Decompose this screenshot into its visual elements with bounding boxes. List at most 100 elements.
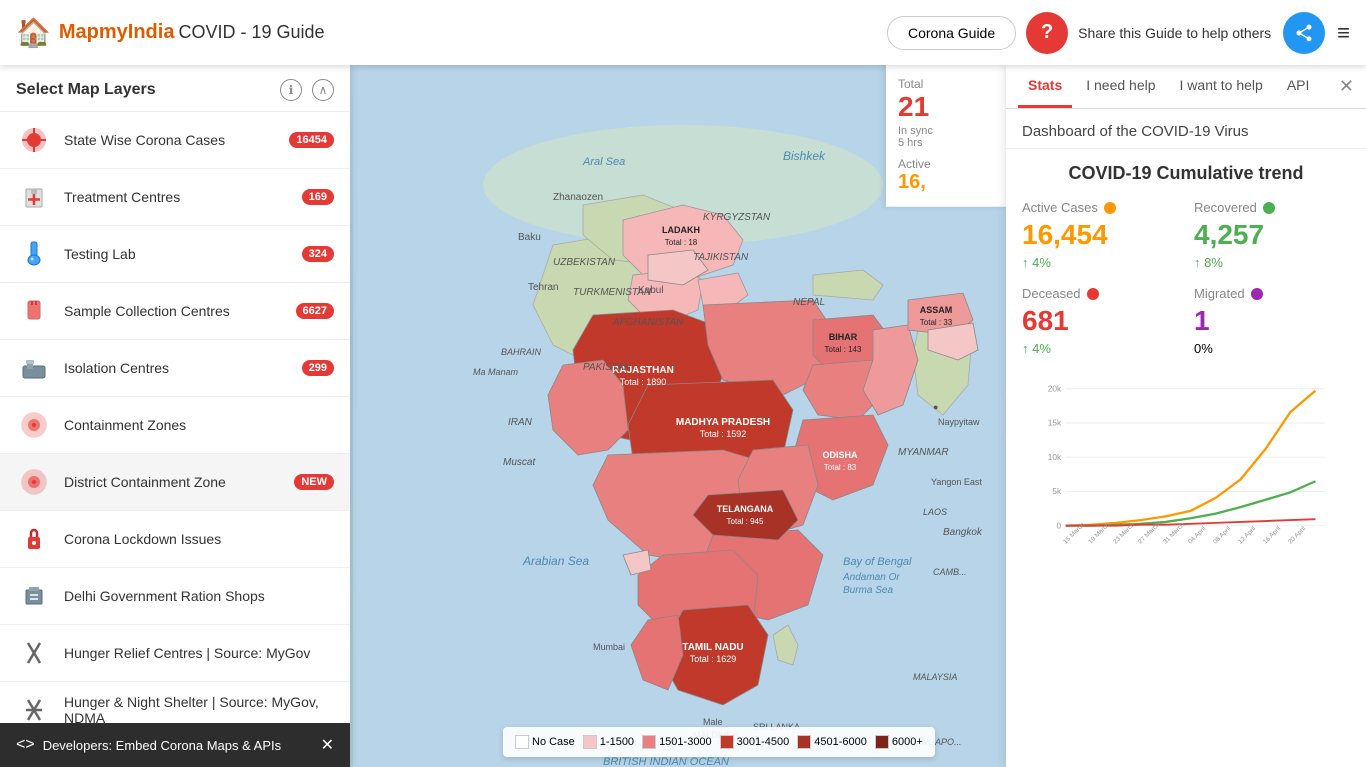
- hunger-label: Hunger Relief Centres | Source: MyGov: [64, 645, 334, 661]
- legend-1501-3000: 1501-3000: [642, 735, 712, 749]
- dev-banner[interactable]: <> Developers: Embed Corona Maps & APIs …: [0, 723, 350, 767]
- district-containment-badge: NEW: [294, 474, 334, 490]
- svg-text:CAMB...: CAMB...: [933, 567, 967, 577]
- svg-text:KYRGYZSTAN: KYRGYZSTAN: [703, 212, 771, 223]
- help-circle-button[interactable]: ?: [1026, 12, 1068, 54]
- layer-treatment[interactable]: Treatment Centres 169: [0, 169, 350, 226]
- chart-area: 20k 15k 10k 5k 0 15 March 19 March 23 Ma…: [1022, 372, 1350, 593]
- layer-testing[interactable]: Testing Lab 324: [0, 226, 350, 283]
- svg-text:ODISHA: ODISHA: [822, 450, 858, 460]
- ration-label: Delhi Government Ration Shops: [64, 588, 334, 604]
- info-icon[interactable]: ℹ: [280, 79, 302, 101]
- svg-text:Total : 1629: Total : 1629: [690, 654, 737, 664]
- active-cases-value: 16,454: [1022, 219, 1178, 251]
- svg-text:Male: Male: [703, 717, 723, 727]
- legend-label-1501-3000: 1501-3000: [659, 736, 712, 748]
- shelter-label: Hunger & Night Shelter | Source: MyGov, …: [64, 694, 334, 726]
- share-text[interactable]: Share this Guide to help others: [1078, 25, 1271, 41]
- panel-close-button[interactable]: ✕: [1339, 76, 1354, 97]
- legend-6000plus: 6000+: [875, 735, 923, 749]
- isolation-badge: 299: [302, 360, 334, 376]
- svg-text:04 April: 04 April: [1187, 525, 1207, 545]
- svg-text:ASSAM: ASSAM: [920, 305, 953, 315]
- svg-text:BRITISH INDIAN OCEAN: BRITISH INDIAN OCEAN: [603, 756, 729, 767]
- district-containment-icon: [16, 464, 52, 500]
- stats-grid: Active Cases 16,454 ↑ 4% Recovered 4,257…: [1022, 200, 1350, 356]
- cumulative-title: COVID-19 Cumulative trend: [1022, 163, 1350, 184]
- svg-text:TAMIL NADU: TAMIL NADU: [682, 642, 743, 653]
- svg-text:Bangkok: Bangkok: [943, 527, 983, 538]
- dev-banner-close[interactable]: ✕: [321, 735, 334, 755]
- migrated-dot: [1251, 288, 1263, 300]
- layer-containment[interactable]: Containment Zones: [0, 397, 350, 454]
- svg-text:LAOS: LAOS: [923, 507, 947, 517]
- legend-label-4501-6000: 4501-6000: [814, 736, 867, 748]
- sample-icon: [16, 293, 52, 329]
- district-containment-label: District Containment Zone: [64, 474, 286, 490]
- svg-text:0: 0: [1057, 520, 1062, 530]
- svg-text:TAJIKISTAN: TAJIKISTAN: [693, 252, 749, 263]
- svg-text:LADAKH: LADAKH: [662, 225, 700, 235]
- tab-api[interactable]: API: [1277, 65, 1320, 108]
- svg-text:PAKISTAN: PAKISTAN: [583, 362, 632, 373]
- svg-text:Total : 1890: Total : 1890: [620, 377, 667, 387]
- svg-text:Burma Sea: Burma Sea: [843, 585, 893, 596]
- containment-icon: [16, 407, 52, 443]
- tab-need-help[interactable]: I need help: [1076, 65, 1165, 108]
- logo: MapmyIndiaCOVID - 19 Guide: [59, 21, 325, 44]
- svg-text:MALAYSIA: MALAYSIA: [913, 672, 957, 682]
- svg-text:Arabian Sea: Arabian Sea: [522, 554, 589, 568]
- layer-district-containment[interactable]: District Containment Zone NEW: [0, 454, 350, 511]
- svg-text:10k: 10k: [1048, 452, 1062, 462]
- layer-isolation[interactable]: Isolation Centres 299: [0, 340, 350, 397]
- legend-box-1501-3000: [642, 735, 656, 749]
- svg-text:MYANMAR: MYANMAR: [898, 447, 949, 458]
- legend-label-6000plus: 6000+: [892, 736, 923, 748]
- svg-text:Andaman Or: Andaman Or: [842, 572, 900, 583]
- cumulative-chart: 20k 15k 10k 5k 0 15 March 19 March 23 Ma…: [1038, 372, 1334, 572]
- total-area: Total 21 In sync5 hrs Active 16,: [886, 65, 1006, 207]
- layer-hunger[interactable]: Hunger Relief Centres | Source: MyGov: [0, 625, 350, 682]
- stat-migrated: Migrated 1 0%: [1194, 286, 1350, 356]
- svg-text:AFGHANISTAN: AFGHANISTAN: [612, 317, 684, 328]
- svg-text:BIHAR: BIHAR: [829, 332, 858, 342]
- tab-want-help[interactable]: I want to help: [1170, 65, 1273, 108]
- sidebar-title: Select Map Layers: [16, 81, 156, 99]
- hunger-icon: [16, 635, 52, 671]
- menu-button[interactable]: ≡: [1337, 20, 1350, 46]
- share-button[interactable]: [1283, 12, 1325, 54]
- legend-box-4501-6000: [797, 735, 811, 749]
- sample-badge: 6627: [296, 303, 334, 319]
- legend-label-3001-4500: 3001-4500: [737, 736, 790, 748]
- layer-state-corona[interactable]: State Wise Corona Cases 16454: [0, 112, 350, 169]
- stat-active-cases: Active Cases 16,454 ↑ 4%: [1022, 200, 1178, 270]
- svg-text:12 April: 12 April: [1237, 525, 1257, 545]
- active-label: Active: [898, 157, 994, 171]
- layer-lockdown[interactable]: Corona Lockdown Issues: [0, 511, 350, 568]
- legend-box-no-case: [515, 735, 529, 749]
- header: 🏠 MapmyIndiaCOVID - 19 Guide Corona Guid…: [0, 0, 1366, 65]
- svg-text:Baku: Baku: [518, 232, 541, 243]
- layer-sample[interactable]: Sample Collection Centres 6627: [0, 283, 350, 340]
- svg-text:08 April: 08 April: [1212, 525, 1232, 545]
- home-icon[interactable]: 🏠: [16, 16, 51, 49]
- svg-text:Total : 83: Total : 83: [824, 463, 857, 472]
- svg-text:Total : 143: Total : 143: [825, 345, 862, 354]
- treatment-icon: [16, 179, 52, 215]
- svg-text:20k: 20k: [1048, 384, 1062, 394]
- recovered-value: 4,257: [1194, 219, 1350, 251]
- svg-text:5k: 5k: [1052, 486, 1062, 496]
- active-cases-dot: [1104, 202, 1116, 214]
- corona-guide-button[interactable]: Corona Guide: [887, 16, 1016, 50]
- svg-text:Ma Manam: Ma Manam: [473, 367, 519, 377]
- legend-no-case: No Case: [515, 735, 575, 749]
- testing-badge: 324: [302, 246, 334, 262]
- svg-text:Kabul: Kabul: [638, 285, 664, 296]
- deceased-dot: [1087, 288, 1099, 300]
- recovered-dot: [1263, 202, 1275, 214]
- svg-text:Zhanaozen: Zhanaozen: [553, 192, 603, 203]
- svg-text:Total : 33: Total : 33: [920, 318, 953, 327]
- layer-ration[interactable]: Delhi Government Ration Shops: [0, 568, 350, 625]
- tab-stats[interactable]: Stats: [1018, 65, 1072, 108]
- collapse-icon[interactable]: ∧: [312, 79, 334, 101]
